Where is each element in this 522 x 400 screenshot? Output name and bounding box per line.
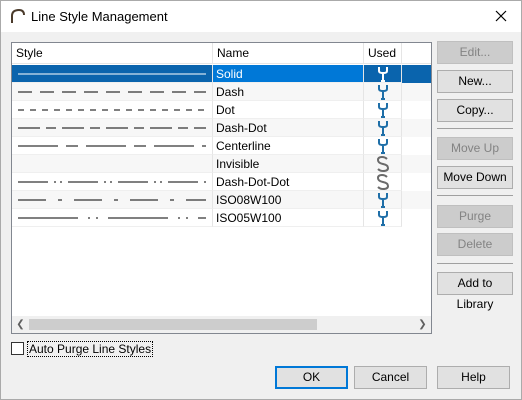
line-style-preview: [12, 83, 213, 101]
wrench-icon: [364, 209, 402, 227]
separator: [437, 195, 513, 196]
table-header: Style Name Used: [12, 43, 431, 64]
close-button[interactable]: [481, 1, 521, 32]
auto-purge-label: Auto Purge Line Styles: [27, 341, 154, 357]
separator: [437, 263, 513, 264]
copy-button[interactable]: Copy...: [437, 99, 513, 122]
line-style-name: ISO05W100: [213, 209, 364, 227]
table-row[interactable]: Centerline: [12, 137, 431, 155]
line-style-name: Centerline: [213, 137, 364, 155]
line-style-preview: [12, 173, 213, 191]
line-style-preview: [12, 137, 213, 155]
line-style-preview: [12, 155, 213, 173]
empty-cell: [402, 155, 431, 173]
table-body: Solid Dash Dot Dash-Dot Centerline Invisible D…: [12, 65, 431, 227]
wrench-icon: [364, 65, 402, 83]
cancel-button[interactable]: Cancel: [354, 366, 427, 389]
line-style-preview: [12, 191, 213, 209]
empty-cell: [402, 119, 431, 137]
line-style-name: Dash-Dot: [213, 119, 364, 137]
close-icon: [495, 10, 507, 22]
empty-cell: [402, 173, 431, 191]
scrollbar-thumb[interactable]: [29, 319, 317, 330]
wrench-icon: [364, 101, 402, 119]
empty-cell: [402, 209, 431, 227]
column-header-name[interactable]: Name: [213, 43, 364, 64]
table-row[interactable]: Invisible: [12, 155, 431, 173]
line-style-preview: [12, 65, 213, 83]
checkbox-box[interactable]: [11, 342, 24, 355]
empty-cell: [402, 137, 431, 155]
wrench-icon: [364, 191, 402, 209]
add-to-library-button[interactable]: Add to Library: [437, 272, 513, 311]
separator: [437, 128, 513, 129]
line-style-dialog: Line Style Management Style Name Used So…: [0, 0, 522, 400]
wrench-icon: [364, 119, 402, 137]
line-style-name: Dash-Dot-Dot: [213, 173, 364, 191]
move-up-button[interactable]: Move Up: [437, 137, 513, 160]
table-row[interactable]: Dash-Dot-Dot: [12, 173, 431, 191]
line-style-name: ISO08W100: [213, 191, 364, 209]
window-title: Line Style Management: [31, 9, 168, 24]
scroll-left-icon[interactable]: ❮: [12, 316, 29, 333]
line-style-preview: [12, 119, 213, 137]
horizontal-scrollbar[interactable]: ❮ ❯: [12, 316, 431, 333]
purge-button[interactable]: Purge: [437, 205, 513, 228]
line-style-name: Invisible: [213, 155, 364, 173]
scroll-right-icon[interactable]: ❯: [414, 316, 431, 333]
s-icon: [364, 173, 402, 191]
table-row[interactable]: ISO05W100: [12, 209, 431, 227]
ok-button[interactable]: OK: [275, 366, 348, 389]
line-style-preview: [12, 209, 213, 227]
edit-button[interactable]: Edit...: [437, 41, 513, 64]
table-row[interactable]: Dash-Dot: [12, 119, 431, 137]
table-row[interactable]: ISO08W100: [12, 191, 431, 209]
line-style-name: Dot: [213, 101, 364, 119]
empty-cell: [402, 65, 431, 83]
line-style-preview: [12, 101, 213, 119]
wrench-icon: [364, 137, 402, 155]
move-down-button[interactable]: Move Down: [437, 166, 513, 189]
arch-icon: [9, 7, 27, 25]
table-row[interactable]: Dash: [12, 83, 431, 101]
column-header-style[interactable]: Style: [12, 43, 213, 64]
column-header-used[interactable]: Used: [364, 43, 402, 64]
empty-cell: [402, 83, 431, 101]
empty-cell: [402, 101, 431, 119]
s-icon: [364, 155, 402, 173]
table-row[interactable]: Solid: [12, 65, 431, 83]
delete-button[interactable]: Delete: [437, 233, 513, 256]
new-button[interactable]: New...: [437, 70, 513, 93]
empty-cell: [402, 191, 431, 209]
wrench-icon: [364, 83, 402, 101]
line-style-name: Dash: [213, 83, 364, 101]
line-style-name: Solid: [213, 65, 364, 83]
title-bar: Line Style Management: [1, 1, 521, 32]
table-row[interactable]: Dot: [12, 101, 431, 119]
help-button[interactable]: Help: [437, 366, 510, 389]
line-style-table[interactable]: Style Name Used Solid Dash Dot Dash-Dot Cent…: [11, 42, 432, 334]
